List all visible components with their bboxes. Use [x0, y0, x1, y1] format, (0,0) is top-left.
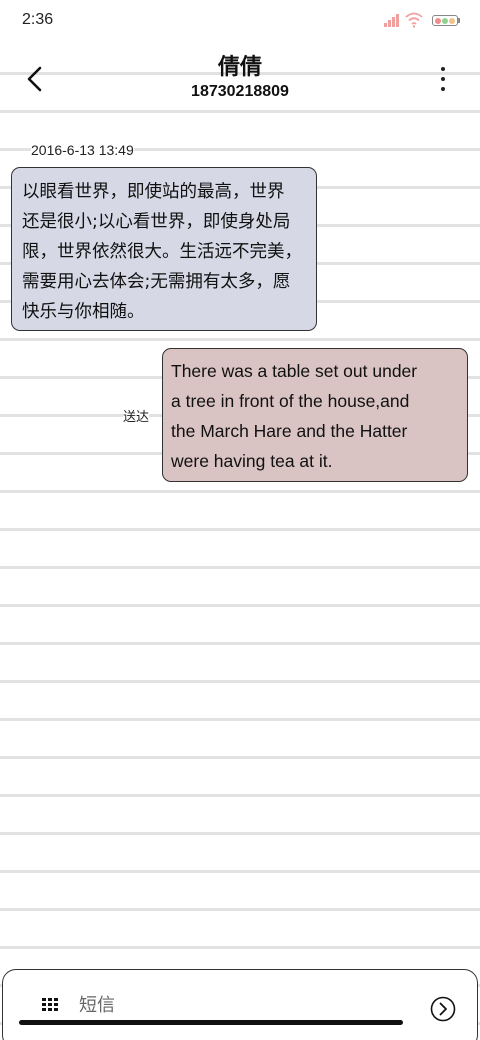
message-line: were having tea at it. [171, 451, 333, 471]
grid-icon[interactable] [41, 996, 59, 1014]
message-timestamp: 2016-6-13 13:49 [31, 142, 134, 158]
delivery-status: 送达 [123, 406, 150, 425]
message-line: 需要用心去体会;无需拥有太多，愿 [22, 272, 291, 292]
status-bar: 2:36 [0, 0, 480, 44]
wifi-icon [405, 12, 423, 28]
message-line: There was a table set out under [171, 361, 418, 381]
message-composer [2, 969, 478, 1040]
received-message-bubble[interactable]: 以眼看世界，即使站的最高，世界 还是很小;以心看世界，即使身处局 限，世界依然很… [11, 167, 317, 331]
message-line: 还是很小;以心看世界，即使身处局 [22, 212, 291, 232]
input-underline [19, 1020, 403, 1025]
signal-icon [384, 13, 402, 27]
contact-number: 18730218809 [191, 83, 289, 100]
message-line: the March Hare and the Hatter [171, 421, 408, 441]
message-line: a tree in front of the house,and [171, 391, 410, 411]
message-line: 以眼看世界，即使站的最高，世界 [22, 182, 285, 202]
message-line: 快乐与你相随。 [22, 302, 145, 322]
send-circle-icon[interactable] [430, 996, 456, 1022]
contact-title: 倩倩 18730218809 [0, 54, 480, 102]
message-line: 限，世界依然很大。生活远不完美， [22, 242, 302, 262]
messaging-screen: 2:36 倩倩 18730218809 2016-6-13 13:49 以眼看世… [0, 0, 480, 1040]
contact-name: 倩倩 [217, 55, 262, 80]
status-time: 2:36 [22, 11, 54, 28]
message-input[interactable] [77, 988, 391, 1022]
sent-message-bubble[interactable]: There was a table set out under a tree i… [162, 348, 468, 482]
more-vertical-icon[interactable] [430, 64, 456, 94]
conversation-header: 倩倩 18730218809 [0, 44, 480, 114]
battery-icon [432, 15, 460, 26]
